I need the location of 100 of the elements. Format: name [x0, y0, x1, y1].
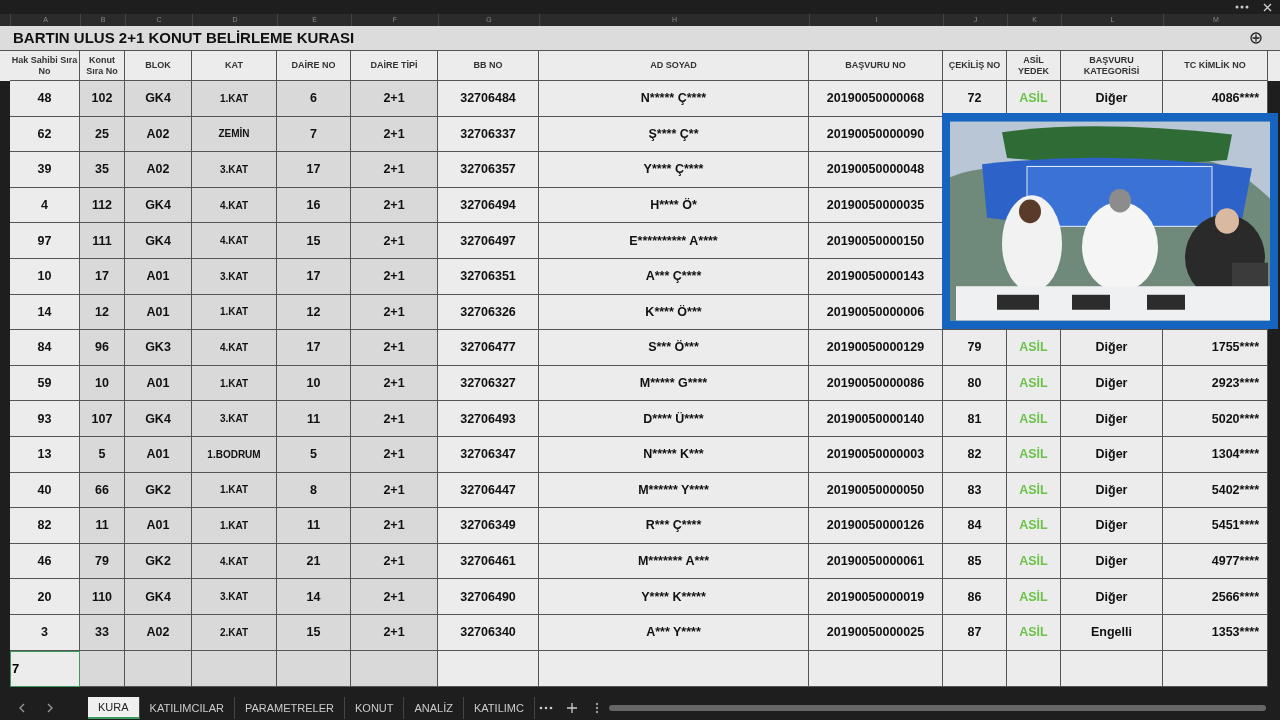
table-cell: A01 [125, 436, 192, 473]
table-cell: A02 [125, 152, 192, 188]
table-cell: ASİL [1007, 508, 1061, 544]
table-cell: GK2 [125, 543, 192, 580]
table-cell: 20190050000140 [809, 401, 943, 437]
table-cell: 5020**** [1163, 401, 1268, 437]
table-cell: ASİL [1007, 543, 1061, 580]
table-cell: 79 [80, 543, 125, 580]
sheet-tab[interactable]: KURA [88, 696, 140, 719]
table-cell: 32706327 [438, 365, 539, 402]
table-cell: 112 [80, 187, 125, 224]
table-cell: A01 [125, 365, 192, 402]
table-cell: 13 [10, 436, 80, 473]
table-cell: 4.KAT [192, 330, 277, 366]
table-cell: 81 [943, 401, 1007, 437]
table-cell: S*** Ö*** [539, 330, 809, 366]
table-cell: A*** Y**** [539, 614, 809, 651]
table-cell: 20190050000025 [809, 614, 943, 651]
table-cell: ASİL [1007, 365, 1061, 402]
table-cell: 5 [277, 436, 351, 473]
table-cell: 2+1 [351, 508, 438, 544]
table-cell: 79 [943, 330, 1007, 366]
table-cell: 48 [10, 81, 80, 117]
table-cell: A*** Ç**** [539, 258, 809, 295]
table-cell: 8 [277, 472, 351, 509]
table-cell: GK2 [125, 472, 192, 509]
table-cell: 12 [277, 294, 351, 331]
table-cell: 1.BODRUM [192, 436, 277, 473]
table-cell: 87 [943, 614, 1007, 651]
table-cell: 3.KAT [192, 152, 277, 188]
table-cell: 20190050000003 [809, 436, 943, 473]
table-cell: M******* A*** [539, 543, 809, 580]
table-cell: 5 [80, 436, 125, 473]
table-cell: 20190050000129 [809, 330, 943, 366]
table-cell: 2+1 [351, 614, 438, 651]
table-cell: A02 [125, 614, 192, 651]
table-cell: 15 [277, 614, 351, 651]
table-cell: Engelli [1061, 614, 1163, 651]
table-cell: 2+1 [351, 365, 438, 402]
table-cell: 32706357 [438, 152, 539, 188]
table-cell: 5451**** [1163, 508, 1268, 544]
table-cell: Diğer [1061, 543, 1163, 580]
table-cell: 2+1 [351, 187, 438, 224]
table-cell: Diğer [1061, 436, 1163, 473]
table-cell: 2566**** [1163, 579, 1268, 615]
table-cell: A02 [125, 116, 192, 153]
table-cell: 40 [10, 472, 80, 509]
sheet-tab[interactable]: PARAMETRELER [234, 696, 345, 719]
table-cell: 20 [10, 579, 80, 615]
table-cell: ASİL [1007, 401, 1061, 437]
table-cell: 111 [80, 223, 125, 259]
table-cell: 32706351 [438, 258, 539, 295]
cell-input[interactable]: 7 [10, 650, 80, 687]
table-cell: 4.KAT [192, 223, 277, 259]
table-cell: 2+1 [351, 294, 438, 331]
table-cell: 85 [943, 543, 1007, 580]
table-cell: ASİL [1007, 330, 1061, 366]
table-cell: N***** Ç**** [539, 81, 809, 117]
table-cell: 15 [277, 223, 351, 259]
sheet-tab[interactable]: KONUT [345, 696, 405, 719]
table-cell: 1353**** [1163, 614, 1268, 651]
table-cell: 2+1 [351, 436, 438, 473]
table-cell: A01 [125, 508, 192, 544]
table-cell: GK4 [125, 579, 192, 615]
table-cell: 110 [80, 579, 125, 615]
table-cell: GK3 [125, 330, 192, 366]
table-cell: 17 [277, 330, 351, 366]
table-cell: 102 [80, 81, 125, 117]
table-cell: 39 [10, 152, 80, 188]
table-cell: 11 [80, 508, 125, 544]
table-cell: ASİL [1007, 472, 1061, 509]
table-cell: 10 [80, 365, 125, 402]
table-cell: 97 [10, 223, 80, 259]
table-cell: 7 [277, 116, 351, 153]
table-cell: Y**** Ç**** [539, 152, 809, 188]
table-cell: 32706494 [438, 187, 539, 224]
table-cell: 32706484 [438, 81, 539, 117]
table-cell: 17 [277, 258, 351, 295]
table-cell: 3.KAT [192, 579, 277, 615]
table-cell: 4977**** [1163, 543, 1268, 580]
table-cell: 2+1 [351, 81, 438, 117]
sheet-tab[interactable]: ANALİZ [404, 696, 464, 719]
table-cell: M****** Y**** [539, 472, 809, 509]
table-cell: 32706461 [438, 543, 539, 580]
table-cell: 20190050000061 [809, 543, 943, 580]
table-cell: E********** A**** [539, 223, 809, 259]
table-cell: 16 [277, 187, 351, 224]
table-cell: 20190050000019 [809, 579, 943, 615]
table-cell: GK4 [125, 223, 192, 259]
table-cell: 20190050000086 [809, 365, 943, 402]
table-cell: 10 [277, 365, 351, 402]
table-cell: Diğer [1061, 365, 1163, 402]
table-cell: 96 [80, 330, 125, 366]
sheet-tab[interactable]: KATILIMC [464, 696, 535, 719]
table-cell: GK4 [125, 401, 192, 437]
table-cell: 32706340 [438, 614, 539, 651]
table-cell: 93 [10, 401, 80, 437]
sheet-tab[interactable]: KATILIMCILAR [139, 696, 235, 719]
table-cell: 1.KAT [192, 508, 277, 544]
table-cell: 66 [80, 472, 125, 509]
